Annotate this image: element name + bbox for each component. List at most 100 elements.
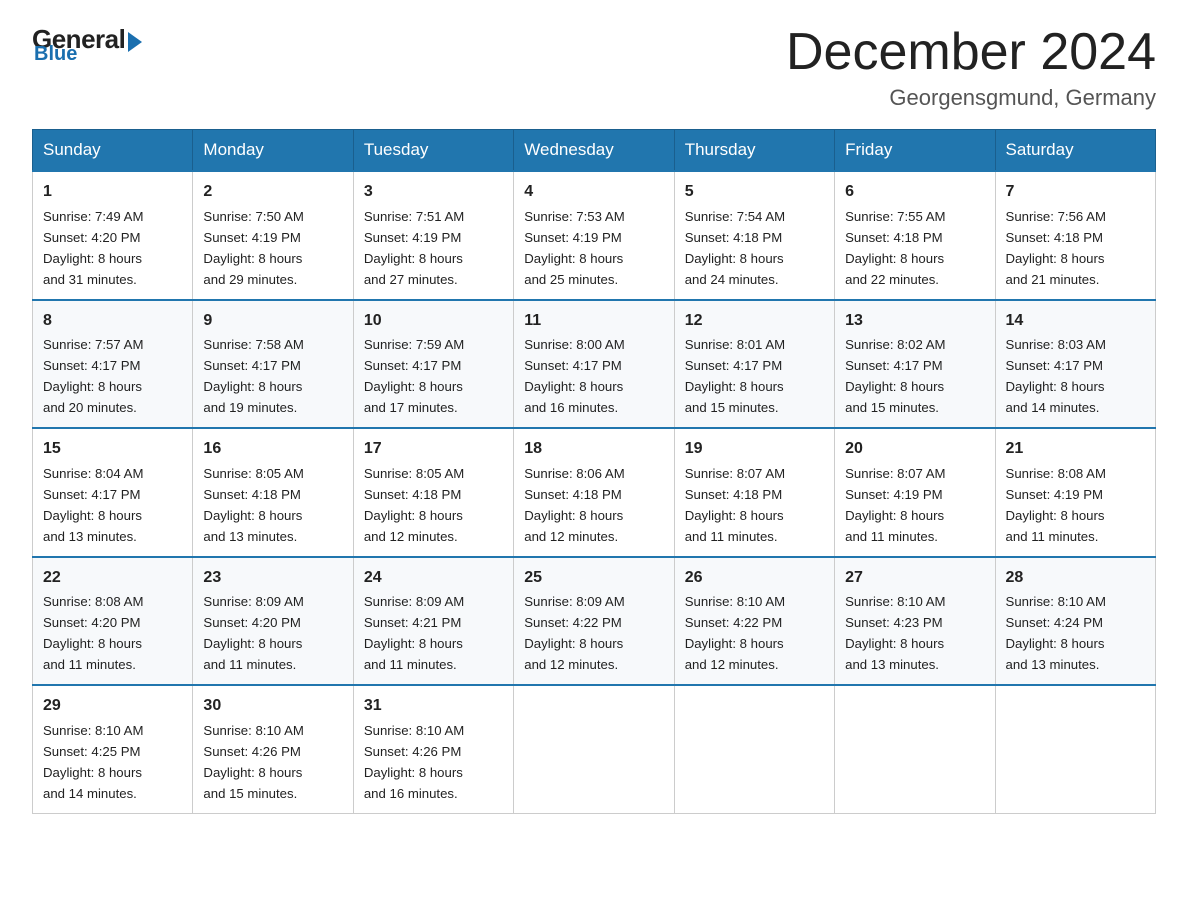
table-cell: 3 Sunrise: 7:51 AMSunset: 4:19 PMDayligh… bbox=[353, 171, 513, 299]
page: General Blue December 2024 Georgensgmund… bbox=[0, 0, 1188, 846]
week-row-5: 29 Sunrise: 8:10 AMSunset: 4:25 PMDaylig… bbox=[33, 685, 1156, 813]
day-info: Sunrise: 8:04 AMSunset: 4:17 PMDaylight:… bbox=[43, 466, 143, 544]
day-number: 29 bbox=[43, 694, 182, 719]
table-cell: 23 Sunrise: 8:09 AMSunset: 4:20 PMDaylig… bbox=[193, 557, 353, 685]
day-info: Sunrise: 8:10 AMSunset: 4:26 PMDaylight:… bbox=[203, 723, 303, 801]
day-number: 3 bbox=[364, 180, 503, 205]
day-number: 5 bbox=[685, 180, 824, 205]
table-cell bbox=[674, 685, 834, 813]
day-number: 14 bbox=[1006, 309, 1145, 334]
table-cell: 13 Sunrise: 8:02 AMSunset: 4:17 PMDaylig… bbox=[835, 300, 995, 428]
day-number: 2 bbox=[203, 180, 342, 205]
table-cell: 18 Sunrise: 8:06 AMSunset: 4:18 PMDaylig… bbox=[514, 428, 674, 556]
table-cell: 21 Sunrise: 8:08 AMSunset: 4:19 PMDaylig… bbox=[995, 428, 1155, 556]
day-number: 25 bbox=[524, 566, 663, 591]
day-number: 16 bbox=[203, 437, 342, 462]
table-cell: 15 Sunrise: 8:04 AMSunset: 4:17 PMDaylig… bbox=[33, 428, 193, 556]
table-cell bbox=[835, 685, 995, 813]
location-title: Georgensgmund, Germany bbox=[786, 85, 1156, 111]
day-number: 20 bbox=[845, 437, 984, 462]
day-number: 4 bbox=[524, 180, 663, 205]
table-cell: 6 Sunrise: 7:55 AMSunset: 4:18 PMDayligh… bbox=[835, 171, 995, 299]
day-info: Sunrise: 7:53 AMSunset: 4:19 PMDaylight:… bbox=[524, 209, 624, 287]
day-number: 1 bbox=[43, 180, 182, 205]
day-number: 27 bbox=[845, 566, 984, 591]
day-number: 7 bbox=[1006, 180, 1145, 205]
title-block: December 2024 Georgensgmund, Germany bbox=[786, 24, 1156, 111]
day-number: 24 bbox=[364, 566, 503, 591]
table-cell: 2 Sunrise: 7:50 AMSunset: 4:19 PMDayligh… bbox=[193, 171, 353, 299]
header: General Blue December 2024 Georgensgmund… bbox=[32, 24, 1156, 111]
table-cell: 9 Sunrise: 7:58 AMSunset: 4:17 PMDayligh… bbox=[193, 300, 353, 428]
day-info: Sunrise: 8:08 AMSunset: 4:20 PMDaylight:… bbox=[43, 594, 143, 672]
table-cell: 20 Sunrise: 8:07 AMSunset: 4:19 PMDaylig… bbox=[835, 428, 995, 556]
table-cell: 8 Sunrise: 7:57 AMSunset: 4:17 PMDayligh… bbox=[33, 300, 193, 428]
day-number: 6 bbox=[845, 180, 984, 205]
day-number: 17 bbox=[364, 437, 503, 462]
table-cell: 11 Sunrise: 8:00 AMSunset: 4:17 PMDaylig… bbox=[514, 300, 674, 428]
day-info: Sunrise: 8:07 AMSunset: 4:18 PMDaylight:… bbox=[685, 466, 785, 544]
table-cell: 5 Sunrise: 7:54 AMSunset: 4:18 PMDayligh… bbox=[674, 171, 834, 299]
col-thursday: Thursday bbox=[674, 130, 834, 172]
col-sunday: Sunday bbox=[33, 130, 193, 172]
table-cell: 4 Sunrise: 7:53 AMSunset: 4:19 PMDayligh… bbox=[514, 171, 674, 299]
calendar-table: Sunday Monday Tuesday Wednesday Thursday… bbox=[32, 129, 1156, 813]
day-info: Sunrise: 8:03 AMSunset: 4:17 PMDaylight:… bbox=[1006, 337, 1106, 415]
col-monday: Monday bbox=[193, 130, 353, 172]
day-number: 10 bbox=[364, 309, 503, 334]
table-cell bbox=[995, 685, 1155, 813]
table-cell: 16 Sunrise: 8:05 AMSunset: 4:18 PMDaylig… bbox=[193, 428, 353, 556]
day-number: 21 bbox=[1006, 437, 1145, 462]
day-info: Sunrise: 8:10 AMSunset: 4:23 PMDaylight:… bbox=[845, 594, 945, 672]
day-info: Sunrise: 7:54 AMSunset: 4:18 PMDaylight:… bbox=[685, 209, 785, 287]
logo-blue-text: Blue bbox=[34, 43, 77, 66]
day-info: Sunrise: 7:51 AMSunset: 4:19 PMDaylight:… bbox=[364, 209, 464, 287]
table-cell bbox=[514, 685, 674, 813]
table-cell: 31 Sunrise: 8:10 AMSunset: 4:26 PMDaylig… bbox=[353, 685, 513, 813]
table-cell: 27 Sunrise: 8:10 AMSunset: 4:23 PMDaylig… bbox=[835, 557, 995, 685]
table-cell: 7 Sunrise: 7:56 AMSunset: 4:18 PMDayligh… bbox=[995, 171, 1155, 299]
day-info: Sunrise: 7:58 AMSunset: 4:17 PMDaylight:… bbox=[203, 337, 303, 415]
day-info: Sunrise: 8:10 AMSunset: 4:22 PMDaylight:… bbox=[685, 594, 785, 672]
table-cell: 29 Sunrise: 8:10 AMSunset: 4:25 PMDaylig… bbox=[33, 685, 193, 813]
week-row-3: 15 Sunrise: 8:04 AMSunset: 4:17 PMDaylig… bbox=[33, 428, 1156, 556]
table-cell: 30 Sunrise: 8:10 AMSunset: 4:26 PMDaylig… bbox=[193, 685, 353, 813]
table-cell: 25 Sunrise: 8:09 AMSunset: 4:22 PMDaylig… bbox=[514, 557, 674, 685]
day-info: Sunrise: 7:57 AMSunset: 4:17 PMDaylight:… bbox=[43, 337, 143, 415]
day-number: 12 bbox=[685, 309, 824, 334]
table-cell: 26 Sunrise: 8:10 AMSunset: 4:22 PMDaylig… bbox=[674, 557, 834, 685]
week-row-1: 1 Sunrise: 7:49 AMSunset: 4:20 PMDayligh… bbox=[33, 171, 1156, 299]
day-number: 18 bbox=[524, 437, 663, 462]
table-cell: 22 Sunrise: 8:08 AMSunset: 4:20 PMDaylig… bbox=[33, 557, 193, 685]
day-info: Sunrise: 8:09 AMSunset: 4:21 PMDaylight:… bbox=[364, 594, 464, 672]
table-cell: 12 Sunrise: 8:01 AMSunset: 4:17 PMDaylig… bbox=[674, 300, 834, 428]
col-friday: Friday bbox=[835, 130, 995, 172]
day-info: Sunrise: 8:00 AMSunset: 4:17 PMDaylight:… bbox=[524, 337, 624, 415]
day-info: Sunrise: 8:10 AMSunset: 4:26 PMDaylight:… bbox=[364, 723, 464, 801]
day-number: 11 bbox=[524, 309, 663, 334]
table-cell: 17 Sunrise: 8:05 AMSunset: 4:18 PMDaylig… bbox=[353, 428, 513, 556]
day-info: Sunrise: 8:09 AMSunset: 4:22 PMDaylight:… bbox=[524, 594, 624, 672]
day-number: 8 bbox=[43, 309, 182, 334]
col-tuesday: Tuesday bbox=[353, 130, 513, 172]
day-info: Sunrise: 8:07 AMSunset: 4:19 PMDaylight:… bbox=[845, 466, 945, 544]
col-wednesday: Wednesday bbox=[514, 130, 674, 172]
day-number: 23 bbox=[203, 566, 342, 591]
table-cell: 14 Sunrise: 8:03 AMSunset: 4:17 PMDaylig… bbox=[995, 300, 1155, 428]
day-info: Sunrise: 8:10 AMSunset: 4:25 PMDaylight:… bbox=[43, 723, 143, 801]
week-row-2: 8 Sunrise: 7:57 AMSunset: 4:17 PMDayligh… bbox=[33, 300, 1156, 428]
day-info: Sunrise: 8:05 AMSunset: 4:18 PMDaylight:… bbox=[364, 466, 464, 544]
day-number: 31 bbox=[364, 694, 503, 719]
day-number: 22 bbox=[43, 566, 182, 591]
day-info: Sunrise: 7:59 AMSunset: 4:17 PMDaylight:… bbox=[364, 337, 464, 415]
day-info: Sunrise: 8:01 AMSunset: 4:17 PMDaylight:… bbox=[685, 337, 785, 415]
table-cell: 1 Sunrise: 7:49 AMSunset: 4:20 PMDayligh… bbox=[33, 171, 193, 299]
table-cell: 19 Sunrise: 8:07 AMSunset: 4:18 PMDaylig… bbox=[674, 428, 834, 556]
day-number: 26 bbox=[685, 566, 824, 591]
col-saturday: Saturday bbox=[995, 130, 1155, 172]
day-info: Sunrise: 8:02 AMSunset: 4:17 PMDaylight:… bbox=[845, 337, 945, 415]
day-number: 13 bbox=[845, 309, 984, 334]
logo-triangle-icon bbox=[128, 32, 142, 52]
logo: General Blue bbox=[32, 24, 142, 66]
day-number: 19 bbox=[685, 437, 824, 462]
